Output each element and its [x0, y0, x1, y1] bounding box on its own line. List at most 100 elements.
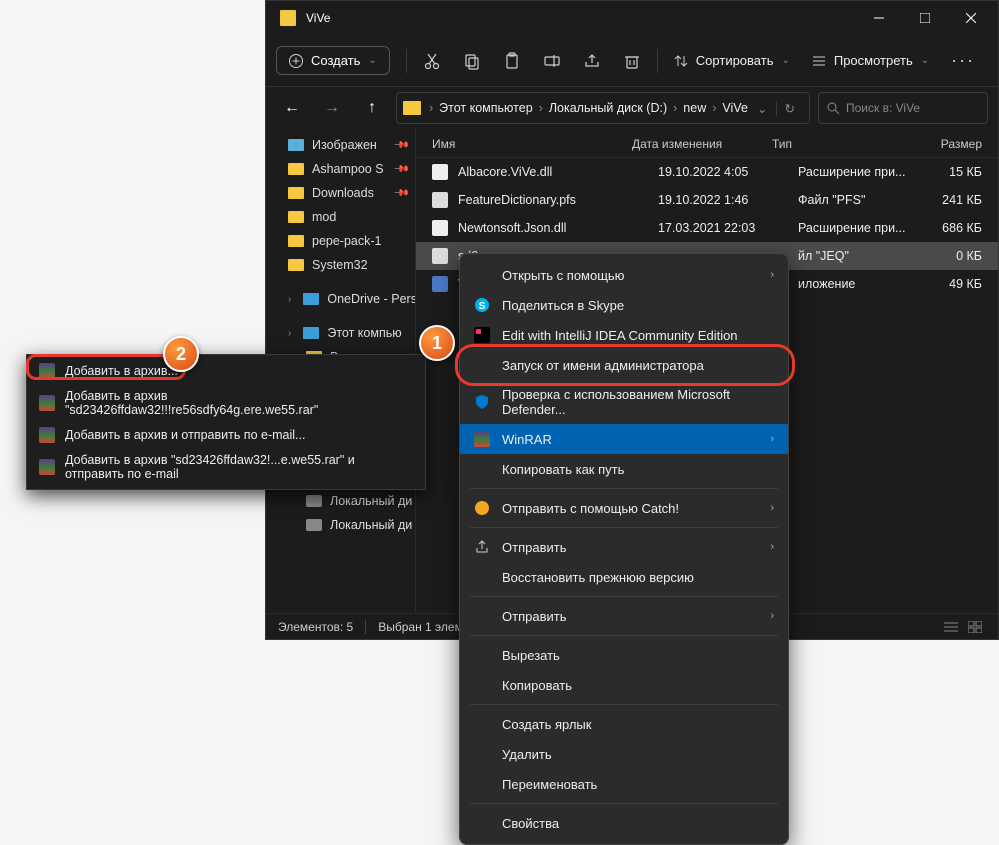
- blank-icon: [474, 815, 490, 831]
- sidebar-item[interactable]: ›Этот компью: [266, 321, 415, 345]
- blank-icon: [474, 647, 490, 663]
- up-button[interactable]: ↑: [356, 92, 388, 124]
- sidebar-item[interactable]: ›OneDrive - Perso: [266, 287, 415, 311]
- sidebar-item[interactable]: Изображен📌: [266, 133, 415, 157]
- address-bar: ← → ↑ › Этот компьютер› Локальный диск (…: [266, 87, 998, 129]
- item-count: Элементов: 5: [278, 620, 353, 634]
- winrar-icon: [39, 459, 55, 475]
- chevron-right-icon: ›: [770, 502, 774, 514]
- forward-button[interactable]: →: [316, 92, 348, 124]
- context-menu-item[interactable]: Создать ярлык: [460, 709, 788, 739]
- copy-button[interactable]: [453, 43, 491, 79]
- file-row[interactable]: FeatureDictionary.pfs 19.10.2022 1:46 Фа…: [416, 186, 998, 214]
- share-button[interactable]: [573, 43, 611, 79]
- idea-icon: [474, 327, 490, 343]
- window-title: ViVe: [306, 11, 856, 25]
- chevron-right-icon: ›: [770, 269, 774, 281]
- context-menu-item[interactable]: Копировать как путь: [460, 454, 788, 484]
- close-button[interactable]: [948, 1, 994, 35]
- blue-icon: [303, 327, 319, 339]
- paste-button[interactable]: [493, 43, 531, 79]
- context-menu-item[interactable]: Удалить: [460, 739, 788, 769]
- grid-view-button[interactable]: [964, 618, 986, 636]
- sidebar-item[interactable]: pepe-pack-1: [266, 229, 415, 253]
- column-type[interactable]: Тип: [772, 137, 902, 151]
- minimize-button[interactable]: [856, 1, 902, 35]
- maximize-button[interactable]: [902, 1, 948, 35]
- column-date[interactable]: Дата изменения: [632, 137, 772, 151]
- context-menu-item[interactable]: Копировать: [460, 670, 788, 700]
- folder-icon: [403, 101, 421, 115]
- file-row[interactable]: Albacore.ViVe.dll 19.10.2022 4:05 Расшир…: [416, 158, 998, 186]
- pin-icon: 📌: [392, 161, 409, 178]
- file-icon: [432, 192, 448, 208]
- submenu-item[interactable]: Добавить в архив "sd23426ffdaw32!...e.we…: [27, 448, 425, 486]
- column-size[interactable]: Размер: [902, 137, 982, 151]
- context-menu-item[interactable]: Запуск от имени администратора: [460, 350, 788, 380]
- submenu-item[interactable]: Добавить в архив...: [27, 358, 425, 384]
- sidebar-item[interactable]: mod: [266, 205, 415, 229]
- delete-button[interactable]: [613, 43, 651, 79]
- blue-icon: [303, 293, 319, 305]
- cut-button[interactable]: [413, 43, 451, 79]
- toolbar: Создать ⌄ Сортировать⌄ Просмотреть⌄ ···: [266, 35, 998, 87]
- sidebar-item[interactable]: Ashampoo S📌: [266, 157, 415, 181]
- context-menu-item[interactable]: Свойства: [460, 808, 788, 838]
- folder-icon: [288, 187, 304, 199]
- file-row[interactable]: Newtonsoft.Json.dll 17.03.2021 22:03 Рас…: [416, 214, 998, 242]
- submenu-item[interactable]: Добавить в архив "sd23426ffdaw32!!!re56s…: [27, 384, 425, 422]
- blank-icon: [474, 746, 490, 762]
- context-menu-item[interactable]: Переименовать: [460, 769, 788, 799]
- back-button[interactable]: ←: [276, 92, 308, 124]
- skype-icon: S: [474, 297, 490, 313]
- sidebar-item[interactable]: Локальный ди: [266, 513, 415, 537]
- view-button[interactable]: Просмотреть⌄: [802, 47, 939, 74]
- blank-icon: [474, 539, 490, 555]
- drive-icon: [306, 495, 322, 507]
- search-input[interactable]: Поиск в: ViVe: [818, 92, 988, 124]
- context-menu-item[interactable]: Отправить›: [460, 601, 788, 631]
- context-menu: Открыть с помощью›SПоделиться в SkypeEdi…: [459, 253, 789, 845]
- callout-badge-2: 2: [163, 336, 199, 372]
- rename-button[interactable]: [533, 43, 571, 79]
- sort-button[interactable]: Сортировать⌄: [664, 47, 800, 74]
- callout-badge-1: 1: [419, 325, 455, 361]
- blank-icon: [474, 267, 490, 283]
- folder-icon: [288, 211, 304, 223]
- sidebar-item[interactable]: System32: [266, 253, 415, 277]
- file-icon: [432, 276, 448, 292]
- pin-icon: 📌: [392, 137, 409, 154]
- file-icon: [432, 164, 448, 180]
- sidebar-item[interactable]: Downloads📌: [266, 181, 415, 205]
- context-menu-item[interactable]: SПоделиться в Skype: [460, 290, 788, 320]
- context-menu-item[interactable]: Проверка с использованием Microsoft Defe…: [460, 380, 788, 424]
- winrar-submenu: Добавить в архив...Добавить в архив "sd2…: [26, 354, 426, 490]
- context-menu-item[interactable]: Восстановить прежнюю версию: [460, 562, 788, 592]
- sidebar-item[interactable]: Локальный ди: [266, 489, 415, 513]
- context-menu-item[interactable]: Открыть с помощью›: [460, 260, 788, 290]
- new-button[interactable]: Создать ⌄: [276, 46, 390, 75]
- folder-icon: [288, 259, 304, 271]
- file-icon: [432, 220, 448, 236]
- breadcrumb[interactable]: › Этот компьютер› Локальный диск (D:)› n…: [396, 92, 810, 124]
- list-view-button[interactable]: [940, 618, 962, 636]
- winrar-icon: [39, 427, 55, 443]
- column-name[interactable]: Имя: [432, 137, 632, 151]
- file-icon: [432, 248, 448, 264]
- titlebar: ViVe: [266, 1, 998, 35]
- more-button[interactable]: ···: [941, 50, 985, 71]
- chevron-right-icon: ›: [770, 433, 774, 445]
- context-menu-item[interactable]: WinRAR›: [460, 424, 788, 454]
- drive-icon: [306, 519, 322, 531]
- blank-icon: [474, 569, 490, 585]
- context-menu-item[interactable]: Вырезать: [460, 640, 788, 670]
- folder-icon: [288, 235, 304, 247]
- blank-icon: [474, 608, 490, 624]
- shield-icon: [474, 394, 490, 410]
- context-menu-item[interactable]: Отправить›: [460, 532, 788, 562]
- svg-text:S: S: [479, 301, 486, 312]
- context-menu-item[interactable]: Отправить с помощью Catch!›: [460, 493, 788, 523]
- submenu-item[interactable]: Добавить в архив и отправить по e-mail..…: [27, 422, 425, 448]
- chevron-right-icon: ›: [770, 610, 774, 622]
- context-menu-item[interactable]: Edit with IntelliJ IDEA Community Editio…: [460, 320, 788, 350]
